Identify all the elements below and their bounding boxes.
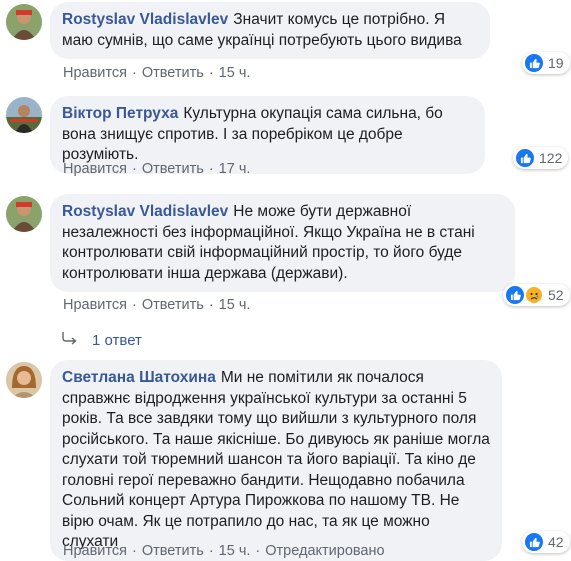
like-icon bbox=[525, 533, 543, 551]
like-button[interactable]: Нравится bbox=[63, 297, 127, 313]
reaction-count: 42 bbox=[548, 534, 564, 550]
comment-author[interactable]: Светлана Шатохина bbox=[62, 369, 216, 386]
avatar[interactable] bbox=[6, 196, 42, 232]
like-button[interactable]: Нравится bbox=[63, 65, 127, 81]
comment-time[interactable]: 15 ч. bbox=[219, 297, 251, 313]
replies-label[interactable]: 1 ответ bbox=[92, 332, 142, 349]
comment-time[interactable]: 17 ч. bbox=[219, 161, 251, 177]
separator: · bbox=[131, 297, 137, 313]
separator: · bbox=[208, 65, 214, 81]
separator: · bbox=[208, 161, 214, 177]
comment-actions: Нравится · Ответить · 15 ч. bbox=[63, 65, 250, 81]
reaction-summary[interactable]: 42 bbox=[522, 531, 570, 553]
separator: · bbox=[208, 297, 214, 313]
separator: · bbox=[131, 65, 137, 81]
comment-time[interactable]: 15 ч. bbox=[219, 65, 251, 81]
sad-icon bbox=[525, 286, 543, 304]
like-icon bbox=[516, 149, 534, 167]
reply-button[interactable]: Ответить bbox=[142, 161, 204, 177]
comment-bubble: Rostyslav Vladislavlev Не може бути держа… bbox=[50, 194, 515, 292]
reaction-count: 52 bbox=[548, 287, 564, 303]
avatar[interactable] bbox=[6, 4, 42, 40]
like-icon bbox=[506, 286, 524, 304]
comment-text: Ми не помітили як почалося справжнє відр… bbox=[62, 369, 490, 550]
reply-button[interactable]: Ответить bbox=[142, 65, 204, 81]
reaction-count: 19 bbox=[548, 55, 564, 71]
comment-bubble: Rostyslav Vladislavlev Значит комусь це п… bbox=[50, 2, 490, 59]
comment-author[interactable]: Rostyslav Vladislavlev bbox=[62, 11, 228, 28]
reaction-summary[interactable]: 52 bbox=[503, 284, 570, 306]
comment-author[interactable]: Віктор Петруха bbox=[62, 105, 178, 122]
comment-author[interactable]: Rostyslav Vladislavlev bbox=[62, 203, 228, 220]
reaction-summary[interactable]: 122 bbox=[513, 147, 569, 169]
avatar[interactable] bbox=[6, 362, 42, 398]
reaction-count: 122 bbox=[539, 150, 563, 166]
avatar[interactable] bbox=[6, 97, 42, 133]
reply-arrow-icon bbox=[62, 331, 78, 349]
like-button[interactable]: Нравится bbox=[63, 161, 127, 177]
comment-bubble: Светлана Шатохина Ми не помітили як почал… bbox=[50, 360, 502, 561]
view-replies-link[interactable]: 1 ответ bbox=[62, 331, 142, 349]
comment-actions: Нравится · Ответить · 17 ч. bbox=[63, 161, 250, 177]
separator: · bbox=[131, 161, 137, 177]
reaction-summary[interactable]: 19 bbox=[522, 52, 570, 74]
reply-button[interactable]: Ответить bbox=[142, 297, 204, 313]
like-icon bbox=[525, 54, 543, 72]
comment-actions: Нравится · Ответить · 15 ч. bbox=[63, 297, 250, 313]
